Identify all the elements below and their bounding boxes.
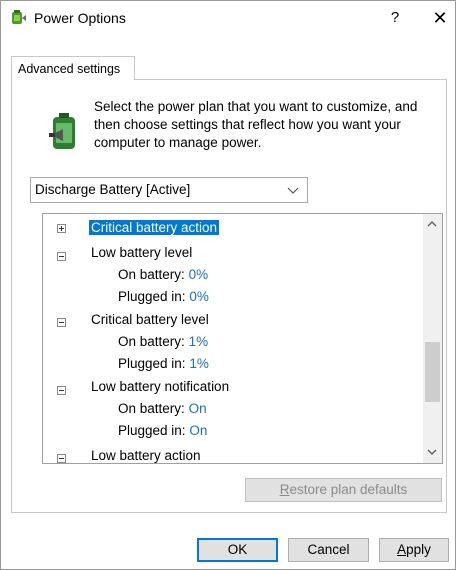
setting-row[interactable]: On battery: On [118, 398, 207, 420]
title-bar: Power Options ? ✕ [1, 1, 455, 35]
setting-label: Plugged in: [118, 289, 186, 304]
setting-value[interactable]: On [189, 401, 207, 416]
expand-icon[interactable] [57, 224, 66, 233]
chevron-down-icon [287, 187, 299, 194]
setting-value[interactable]: 0% [189, 289, 209, 304]
setting-row[interactable]: On battery: 0% [118, 264, 208, 286]
setting-value[interactable]: 1% [189, 334, 209, 349]
apply-label-rest: pply [406, 542, 431, 557]
setting-row[interactable]: Plugged in: 1% [118, 353, 209, 375]
restore-plan-defaults-button[interactable]: Restore plan defaults [245, 478, 442, 502]
setting-row[interactable]: On battery: 1% [118, 331, 208, 353]
apply-accelerator: A [397, 542, 407, 557]
settings-tree[interactable]: Critical battery action Low battery leve… [42, 213, 443, 464]
collapse-icon[interactable] [57, 318, 66, 327]
collapse-icon[interactable] [57, 386, 66, 395]
power-options-dialog: Power Options ? ✕ Advanced settings Sele… [0, 0, 456, 570]
collapse-icon[interactable] [57, 252, 66, 261]
setting-value[interactable]: On [189, 423, 207, 438]
power-options-icon [12, 10, 26, 24]
setting-value[interactable]: 0% [189, 267, 209, 282]
cancel-button[interactable]: Cancel [288, 538, 369, 562]
help-button[interactable]: ? [384, 7, 406, 29]
scroll-down-icon[interactable] [427, 448, 437, 456]
tree-item-label: Critical battery action [89, 220, 220, 235]
scroll-up-icon[interactable] [427, 220, 437, 228]
setting-value[interactable]: 1% [189, 356, 209, 371]
tree-scrollbar[interactable] [423, 214, 442, 463]
intro-description: Select the power plan that you want to c… [94, 99, 418, 150]
restore-label-rest: estore plan defaults [289, 482, 408, 497]
setting-label: On battery: [118, 267, 185, 282]
collapse-icon[interactable] [57, 454, 66, 463]
tree-item-low-battery-action[interactable]: Low battery action [91, 445, 201, 463]
tree-item-low-battery-notification[interactable]: Low battery notification [91, 376, 229, 398]
close-button[interactable]: ✕ [429, 7, 451, 29]
apply-button[interactable]: Apply [379, 538, 449, 562]
setting-label: On battery: [118, 401, 185, 416]
battery-plug-icon [49, 113, 75, 149]
setting-row[interactable]: Plugged in: 0% [118, 286, 209, 308]
setting-label: On battery: [118, 334, 185, 349]
tree-item-critical-battery-level[interactable]: Critical battery level [91, 309, 209, 331]
power-plan-dropdown[interactable]: Discharge Battery [Active] [30, 177, 308, 203]
setting-label: Plugged in: [118, 356, 186, 371]
window-title: Power Options [34, 10, 126, 26]
setting-row[interactable]: Plugged in: On [118, 420, 207, 442]
tree-item-low-battery-level[interactable]: Low battery level [91, 242, 192, 264]
tree-item-critical-battery-action[interactable]: Critical battery action [89, 217, 220, 239]
ok-button[interactable]: OK [197, 538, 278, 562]
setting-label: Plugged in: [118, 423, 186, 438]
power-plan-selected-value: Discharge Battery [Active] [35, 182, 191, 197]
scrollbar-thumb[interactable] [425, 342, 440, 402]
tab-advanced-settings[interactable]: Advanced settings [11, 56, 135, 80]
restore-accelerator: R [279, 482, 290, 497]
